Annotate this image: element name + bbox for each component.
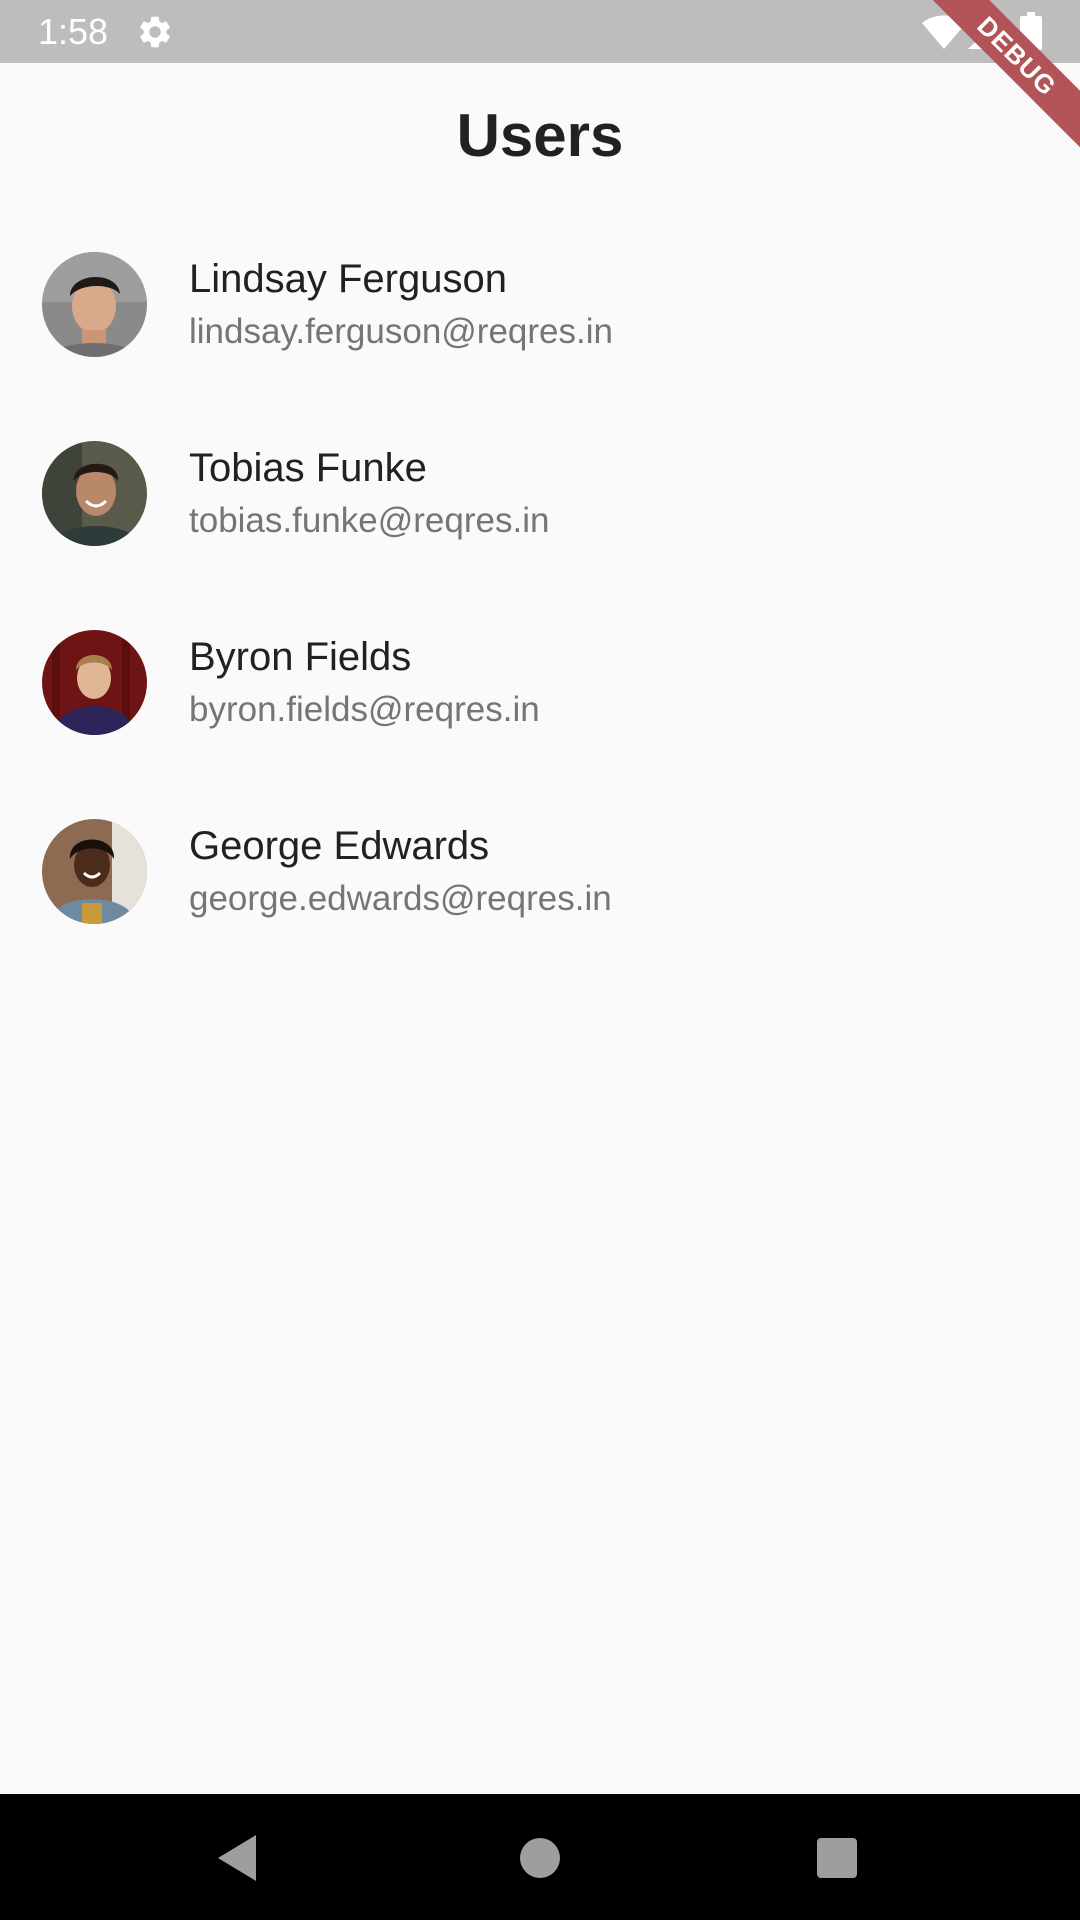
page-title: Users	[456, 102, 624, 169]
avatar	[42, 252, 147, 357]
avatar	[42, 819, 147, 924]
user-email: byron.fields@reqres.in	[189, 690, 540, 729]
user-email: george.edwards@reqres.in	[189, 879, 612, 918]
status-time: 1:58	[38, 11, 109, 52]
home-icon[interactable]	[520, 1838, 560, 1878]
status-bar: 1:58	[0, 0, 1080, 63]
app-screen: 1:58 DEBUG Users Lindsay Ferguson lindsa…	[0, 0, 1080, 1920]
recents-icon[interactable]	[817, 1838, 857, 1878]
user-name: Tobias Funke	[189, 446, 427, 490]
back-icon[interactable]	[216, 1835, 260, 1881]
list-item-user[interactable]: Tobias Funke tobias.funke@reqres.in	[0, 401, 1080, 590]
user-name: Lindsay Ferguson	[189, 257, 507, 301]
gear-icon	[136, 13, 174, 51]
user-name: Byron Fields	[189, 635, 412, 679]
list-item-user[interactable]: Lindsay Ferguson lindsay.ferguson@reqres…	[0, 212, 1080, 401]
list-item-user[interactable]: Byron Fields byron.fields@reqres.in	[0, 590, 1080, 779]
battery-icon	[1020, 12, 1042, 50]
wifi-icon	[922, 15, 966, 49]
user-list: Lindsay Ferguson lindsay.ferguson@reqres…	[0, 212, 1080, 968]
nav-bar	[0, 1794, 1080, 1920]
user-name: George Edwards	[189, 824, 490, 868]
user-email: tobias.funke@reqres.in	[189, 501, 550, 540]
list-item-user[interactable]: George Edwards george.edwards@reqres.in	[0, 779, 1080, 968]
avatar	[42, 441, 147, 546]
user-email: lindsay.ferguson@reqres.in	[189, 312, 613, 351]
avatar	[42, 630, 147, 735]
signal-icon	[968, 15, 1004, 49]
